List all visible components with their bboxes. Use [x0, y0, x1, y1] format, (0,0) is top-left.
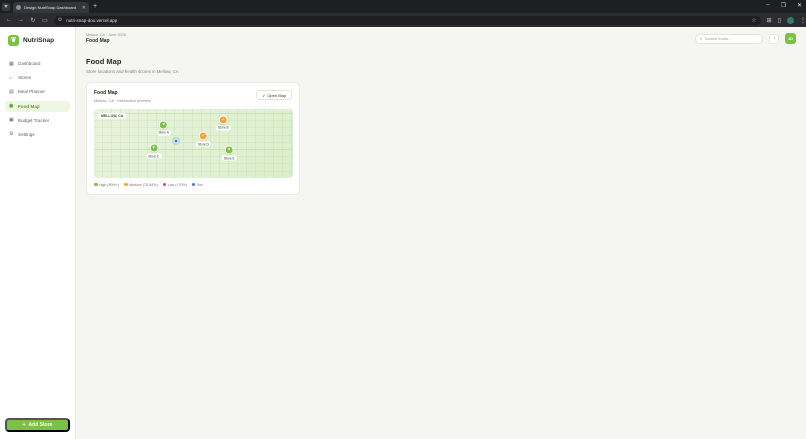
tab-search-icon[interactable]: ▾ — [2, 2, 10, 11]
leaf-logo-icon: ❦ — [8, 35, 19, 46]
map-legend: High (80%+) Medium (70-84%) Low (<70%) You — [94, 183, 292, 187]
browser-tab[interactable]: Design NutriSnap Dashboard ✕ — [13, 2, 89, 13]
gear-icon: ⚙ — [9, 131, 14, 138]
store-marker-icon: ✓ — [218, 115, 228, 125]
app-root: ❦ NutriSnap ▦ Dashboard ⌂ Stores ▤ Meal … — [0, 27, 806, 439]
sidebar-item-label: Stores — [18, 75, 32, 81]
address-url[interactable]: nutri-snap-doo.vercel.app — [66, 18, 751, 23]
main-content: Mellow, CA · June 2026 Food Map ⌕ ◔ JD F… — [76, 27, 806, 439]
minimize-icon[interactable]: – — [766, 2, 769, 9]
search-box[interactable]: ⌕ — [695, 33, 763, 44]
open-map-label: Open Map — [267, 92, 286, 98]
legend-swatch — [191, 182, 196, 187]
legend-swatch — [162, 182, 167, 187]
store-marker-icon: ✓ — [198, 131, 208, 141]
forward-icon[interactable]: → — [18, 17, 24, 23]
plus-icon: + — [22, 422, 26, 428]
page-subtitle: Store locations and health scores in Mel… — [86, 69, 179, 74]
close-window-icon[interactable]: ✕ — [797, 2, 802, 9]
map-store-pin[interactable]: ♥ Store C — [146, 143, 162, 159]
tab-title: Design NutriSnap Dashboard — [24, 5, 77, 10]
split-view-icon[interactable]: ▭ — [42, 17, 48, 24]
map-store-pin[interactable]: ✓ Store B — [216, 115, 231, 131]
legend-item: Low (<70%) — [162, 182, 187, 187]
back-icon[interactable]: ← — [6, 17, 12, 23]
menu-kebab-icon[interactable]: ⋮ — [800, 17, 806, 24]
sidebar-item-meal-planner[interactable]: ▤ Meal Planner — [5, 86, 70, 97]
tab-close-icon[interactable]: ✕ — [82, 5, 86, 11]
store-pin-label: Store C — [146, 153, 162, 159]
store-marker-icon: ♥ — [149, 143, 159, 153]
sidebar: ❦ NutriSnap ▦ Dashboard ⌂ Stores ▤ Meal … — [0, 27, 76, 439]
brand-name: NutriSnap — [23, 37, 55, 44]
legend-label: Low (<70%) — [167, 182, 187, 187]
site-info-icon[interactable]: ⚙ — [58, 17, 62, 23]
browser-tabbar: ▾ Design NutriSnap Dashboard ✕ + – ❐ ✕ — [0, 0, 806, 13]
sidepanel-icon[interactable]: ▯ — [778, 17, 781, 24]
open-map-button[interactable]: ➶ Open Map — [255, 90, 292, 100]
store-pin-label: Store D — [196, 141, 211, 147]
sidebar-item-stores[interactable]: ⌂ Stores — [5, 72, 70, 83]
legend-item: Medium (70-84%) — [124, 183, 158, 187]
legend-label: You — [196, 182, 203, 187]
map-preview[interactable]: MELLOW, CA ♥ Store A ✓ Store B ♥ Store C ✓ Stor… — [94, 108, 293, 178]
sidebar-item-dashboard[interactable]: ▦ Dashboard — [5, 58, 70, 69]
store-marker-icon: ♥ — [159, 120, 169, 130]
sidebar-item-label: Food Map — [18, 103, 40, 109]
header-location: Mellow, CA · June 2026 — [86, 33, 126, 37]
sidebar-item-food-map[interactable]: ◉ Food Map — [5, 100, 70, 112]
tab-favicon-icon — [16, 5, 21, 10]
address-bar[interactable]: ⚙ nutri-snap-doo.vercel.app ☆ — [53, 15, 761, 25]
header-title: Food Map — [86, 38, 110, 44]
search-input[interactable] — [704, 36, 760, 41]
legend-item: You — [191, 182, 203, 187]
map-store-pin[interactable]: ♥ Store E — [221, 145, 237, 161]
legend-label: High (80%+) — [99, 182, 120, 187]
brand[interactable]: ❦ NutriSnap — [0, 27, 75, 46]
legend-swatch — [124, 182, 128, 187]
notification-bell-icon[interactable]: ◔ — [769, 33, 779, 44]
sidebar-item-label: Budget Tracker — [18, 117, 50, 123]
add-store-button[interactable]: + Add Store — [5, 418, 70, 432]
navigate-arrow-icon: ➶ — [261, 92, 266, 98]
map-pin-icon: ◉ — [9, 103, 14, 110]
sidebar-nav: ▦ Dashboard ⌂ Stores ▤ Meal Planner ◉ Fo… — [0, 58, 75, 140]
legend-swatch — [94, 182, 98, 187]
store-icon: ⌂ — [9, 74, 13, 81]
avatar[interactable]: JD — [785, 33, 796, 44]
store-pin-label: Store A — [156, 130, 171, 136]
extensions-icon[interactable]: ⊞ — [767, 17, 772, 24]
sidebar-item-label: Dashboard — [18, 61, 41, 66]
store-pin-label: Store B — [216, 125, 231, 131]
page-title: Food Map — [86, 57, 122, 66]
food-map-card: Food Map Mellow, CA · Interactive previe… — [86, 82, 300, 195]
map-store-pin[interactable]: ♥ Store A — [156, 120, 171, 136]
legend-label: Medium (70-84%) — [129, 182, 158, 187]
grid-icon: ▦ — [9, 60, 14, 67]
store-marker-icon: ♥ — [224, 145, 234, 155]
sidebar-item-settings[interactable]: ⚙ Settings — [5, 129, 70, 140]
top-header: Mellow, CA · June 2026 Food Map ⌕ ◔ JD — [76, 27, 806, 49]
wallet-icon: ▣ — [9, 117, 14, 124]
sidebar-item-label: Meal Planner — [18, 89, 46, 95]
sidebar-item-label: Settings — [18, 131, 35, 137]
legend-item: High (80%+) — [94, 183, 119, 187]
map-store-pin[interactable]: ✓ Store D — [196, 131, 211, 147]
new-tab-icon[interactable]: + — [93, 3, 97, 10]
food-map-page: Food Map Store locations and health scor… — [76, 49, 806, 203]
calendar-icon: ▤ — [9, 88, 14, 95]
sidebar-item-budget-tracker[interactable]: ▣ Budget Tracker — [5, 115, 70, 126]
reload-icon[interactable]: ↻ — [30, 17, 36, 24]
store-pin-label: Store E — [221, 155, 237, 161]
maximize-icon[interactable]: ❐ — [781, 2, 786, 9]
search-icon: ⌕ — [700, 36, 703, 41]
map-location-tag: MELLOW, CA — [98, 112, 127, 119]
window-controls: – ❐ ✕ — [766, 2, 802, 9]
bookmark-star-icon[interactable]: ☆ — [751, 17, 756, 24]
your-location-marker — [173, 138, 179, 144]
browser-toolbar: ← → ↻ ▭ ⚙ nutri-snap-doo.vercel.app ☆ ⊞ … — [0, 13, 806, 27]
add-store-label: Add Store — [28, 422, 53, 428]
profile-avatar[interactable] — [787, 16, 794, 24]
